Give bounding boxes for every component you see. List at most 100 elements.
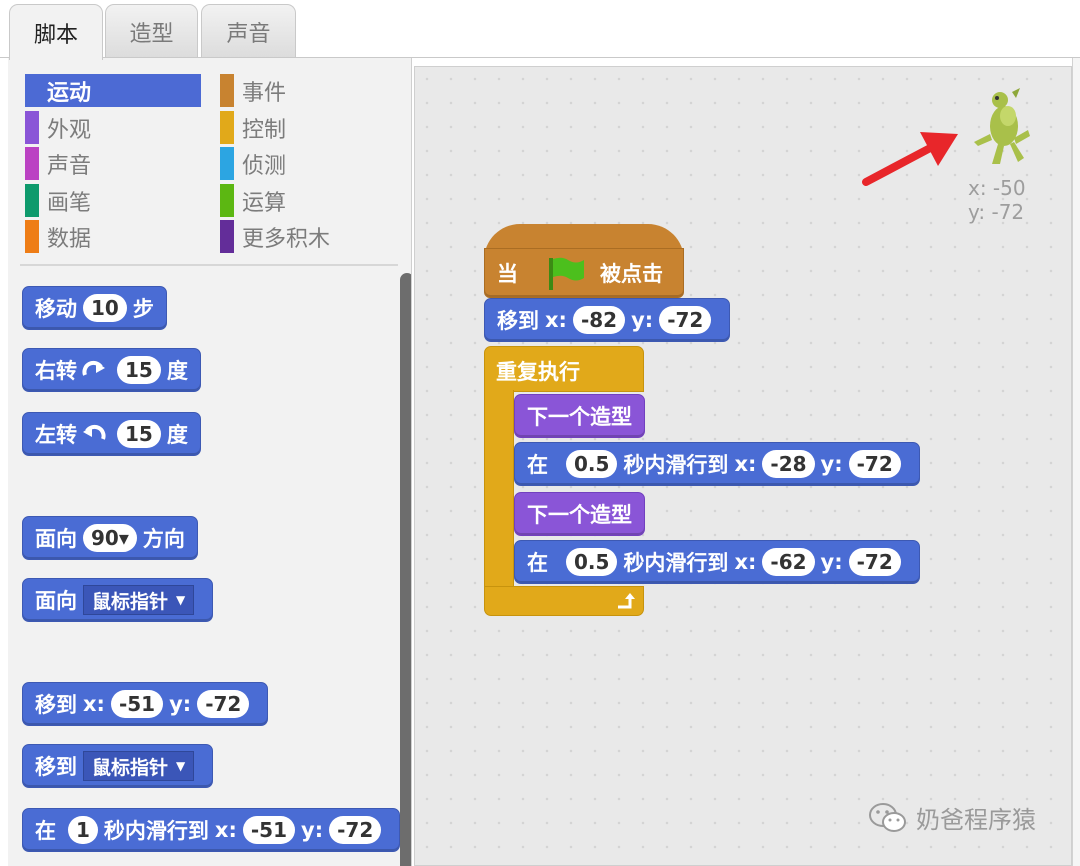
tab-scripts[interactable]: 脚本 xyxy=(9,4,103,60)
green-flag-icon xyxy=(546,256,586,290)
tab-sounds[interactable]: 声音 xyxy=(201,4,296,58)
x-input[interactable]: -62 xyxy=(762,548,815,576)
category-data[interactable]: 数据 xyxy=(25,220,203,253)
next-costume-block[interactable]: 下一个造型 xyxy=(514,394,645,438)
block-text: 在 xyxy=(527,551,548,575)
block-text: 在 xyxy=(527,453,548,477)
direction-input[interactable]: 90▾ xyxy=(83,524,137,552)
category-label: 侦测 xyxy=(242,153,287,179)
sprite-y-readout: y: -72 xyxy=(968,200,1025,224)
category-color-bar xyxy=(220,147,234,180)
tab-bar: 脚本 造型 声音 xyxy=(0,0,1080,60)
block-text: 度 xyxy=(166,359,188,383)
y-input[interactable]: -72 xyxy=(848,548,901,576)
when-flag-clicked-block[interactable]: 当 被点击 xyxy=(484,248,684,298)
seconds-input[interactable]: 0.5 xyxy=(566,450,618,478)
next-costume-block[interactable]: 下一个造型 xyxy=(514,492,645,536)
category-color-bar xyxy=(25,74,39,107)
x-input[interactable]: -51 xyxy=(110,690,164,718)
y-input[interactable]: -72 xyxy=(197,690,250,718)
category-color-bar xyxy=(25,111,39,144)
y-label: y: xyxy=(631,308,654,332)
turn-right-block[interactable]: 右转 15 度 xyxy=(22,348,201,392)
annotation-arrow-icon xyxy=(862,132,958,186)
block-text: 度 xyxy=(166,423,188,447)
x-label: x: xyxy=(734,550,757,574)
dropdown-arrow-icon: ▼ xyxy=(176,593,186,607)
category-more-blocks[interactable]: 更多积木 xyxy=(220,220,398,253)
block-text: 秒内滑行到 xyxy=(623,453,729,477)
category-label: 画笔 xyxy=(47,190,92,216)
glide-block[interactable]: 在 1 秒内滑行到 x: -51 y: -72 xyxy=(22,808,401,852)
x-input[interactable]: -28 xyxy=(762,450,815,478)
go-to-xy-block[interactable]: 移到 x: -51 y: -72 xyxy=(22,682,269,726)
block-text: 方向 xyxy=(142,527,185,551)
category-sensing[interactable]: 侦测 xyxy=(220,147,398,180)
degrees-input[interactable]: 15 xyxy=(117,356,161,384)
move-steps-block[interactable]: 移动 10 步 xyxy=(22,286,167,330)
glide-block[interactable]: 在 0.5 秒内滑行到 x: -62 y: -72 xyxy=(514,540,920,584)
x-label: x: xyxy=(734,452,757,476)
block-text: 在 xyxy=(35,819,56,843)
category-control[interactable]: 控制 xyxy=(220,111,398,144)
category-color-bar xyxy=(25,184,39,217)
wechat-icon xyxy=(869,802,906,832)
block-text: 面向 xyxy=(35,527,77,551)
category-color-bar xyxy=(220,220,234,253)
go-to-xy-block[interactable]: 移到 x: -82 y: -72 xyxy=(484,298,731,342)
category-label: 声音 xyxy=(47,153,92,179)
category-looks[interactable]: 外观 xyxy=(25,111,203,144)
block-text: 下一个造型 xyxy=(527,503,632,527)
steps-input[interactable]: 10 xyxy=(83,294,127,322)
dropdown-value: 鼠标指针 xyxy=(92,756,169,779)
turn-left-block[interactable]: 左转 15 度 xyxy=(22,412,201,456)
target-dropdown[interactable]: 鼠标指针 ▼ xyxy=(83,751,195,781)
block-text: 移动 xyxy=(35,297,77,321)
rotate-clockwise-icon xyxy=(81,359,107,381)
degrees-input[interactable]: 15 xyxy=(117,420,161,448)
target-dropdown[interactable]: 鼠标指针 ▼ xyxy=(83,585,195,615)
point-towards-block[interactable]: 面向 鼠标指针 ▼ xyxy=(22,578,214,622)
block-text: 被点击 xyxy=(600,262,663,286)
category-pen[interactable]: 画笔 xyxy=(25,184,203,217)
y-label: y: xyxy=(301,818,324,842)
go-to-target-block[interactable]: 移到 鼠标指针 ▼ xyxy=(22,744,214,788)
category-sound[interactable]: 声音 xyxy=(25,147,203,180)
category-color-bar xyxy=(25,147,39,180)
y-input[interactable]: -72 xyxy=(329,816,382,844)
sprite-position-readout: x: -50 y: -72 xyxy=(968,176,1026,224)
y-label: y: xyxy=(169,692,192,716)
x-label: x: xyxy=(545,308,567,332)
block-text: 秒内滑行到 xyxy=(103,819,209,843)
y-input[interactable]: -72 xyxy=(848,450,901,478)
dropdown-arrow-icon: ▼ xyxy=(176,759,186,773)
category-label: 更多积木 xyxy=(242,226,331,252)
seconds-input[interactable]: 1 xyxy=(68,816,98,844)
palette-divider xyxy=(20,264,398,266)
category-color-bar xyxy=(25,220,39,253)
stage-edge xyxy=(1072,58,1080,866)
seconds-input[interactable]: 0.5 xyxy=(566,548,618,576)
category-operators[interactable]: 运算 xyxy=(220,184,398,217)
y-label: y: xyxy=(820,452,843,476)
category-color-bar xyxy=(220,74,234,107)
block-text: 面向 xyxy=(35,589,77,613)
palette-scrollbar[interactable] xyxy=(400,273,411,866)
x-input[interactable]: -82 xyxy=(572,306,626,334)
point-in-direction-block[interactable]: 面向 90▾ 方向 xyxy=(22,516,198,560)
sprite-thumbnail-icon xyxy=(974,88,1030,164)
block-text: 左转 xyxy=(35,423,77,447)
category-label: 外观 xyxy=(47,117,92,143)
category-motion[interactable]: 运动 xyxy=(25,74,201,107)
tab-costumes[interactable]: 造型 xyxy=(105,4,198,58)
forever-label: 重复执行 xyxy=(496,360,580,384)
x-input[interactable]: -51 xyxy=(242,816,296,844)
glide-block[interactable]: 在 0.5 秒内滑行到 x: -28 y: -72 xyxy=(514,442,920,486)
sprite-x-readout: x: -50 xyxy=(968,176,1026,200)
y-input[interactable]: -72 xyxy=(659,306,712,334)
x-label: x: xyxy=(214,818,237,842)
loop-arrow-icon xyxy=(618,593,635,609)
x-label: x: xyxy=(83,692,105,716)
category-events[interactable]: 事件 xyxy=(220,74,398,107)
block-text: 当 xyxy=(497,262,518,286)
